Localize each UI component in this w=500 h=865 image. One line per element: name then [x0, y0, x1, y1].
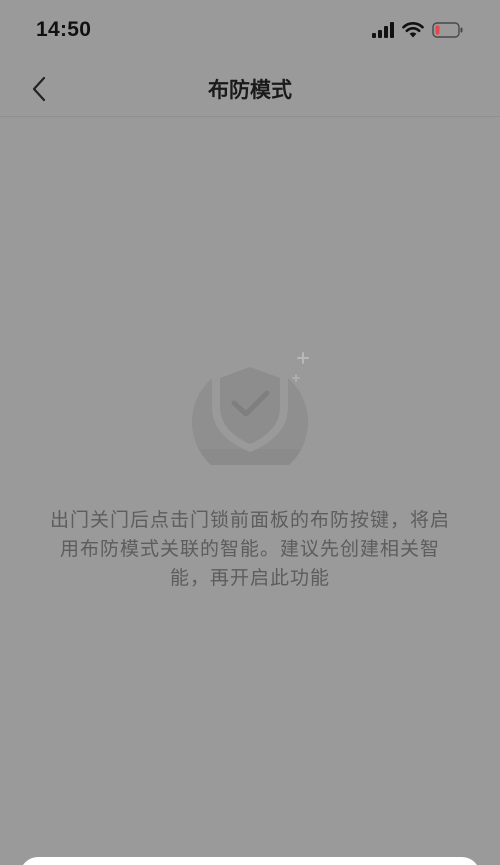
status-time: 14:50: [36, 18, 92, 41]
navigation-bar: 布防模式: [0, 60, 500, 117]
empty-state-message: 出门关门后点击门锁前面板的布防按键，将启用布防模式关联的智能。建议先创建相关智能…: [50, 509, 451, 589]
empty-state-illustration: [180, 345, 320, 480]
cellular-signal-icon: [372, 22, 394, 38]
shield-check-icon: [192, 352, 309, 480]
battery-low-icon: [432, 22, 463, 38]
status-bar: 14:50: [0, 0, 500, 60]
status-icons: [372, 22, 464, 38]
wifi-icon: [402, 22, 424, 38]
bottom-sheet[interactable]: [20, 857, 480, 865]
page-title: 布防模式: [208, 78, 292, 102]
